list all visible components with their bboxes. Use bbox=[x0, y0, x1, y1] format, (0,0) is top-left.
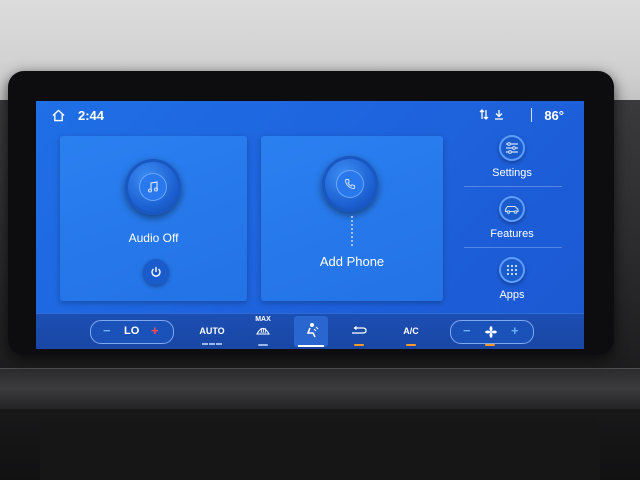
add-phone-label: Add Phone bbox=[319, 254, 385, 269]
settings-button[interactable]: Settings bbox=[482, 135, 582, 191]
recirculation-button[interactable] bbox=[348, 314, 370, 349]
seat-airflow-icon bbox=[306, 323, 319, 338]
sync-arrows-icon bbox=[479, 109, 489, 120]
recirculation-icon bbox=[352, 326, 367, 334]
fan-speed-down-button[interactable]: − bbox=[463, 323, 471, 338]
features-label: Features bbox=[490, 228, 534, 240]
settings-icon bbox=[499, 135, 525, 161]
car-features-icon bbox=[499, 196, 525, 222]
nav-divider bbox=[464, 186, 562, 187]
phone-icon bbox=[344, 179, 355, 190]
driver-temp-control[interactable]: − LO + bbox=[90, 320, 174, 344]
seat-climate-button[interactable] bbox=[294, 316, 328, 347]
apps-button[interactable]: Apps bbox=[482, 257, 582, 313]
ac-label: A/C bbox=[403, 326, 419, 336]
front-defrost-icon bbox=[256, 327, 270, 335]
seat-climate-indicator bbox=[298, 345, 324, 347]
dashboard-ridge bbox=[0, 368, 640, 409]
auto-label: AUTO bbox=[199, 326, 225, 336]
phone-card[interactable]: Add Phone bbox=[261, 136, 443, 301]
driver-temp-down-button[interactable]: − bbox=[103, 323, 111, 338]
audio-knob[interactable] bbox=[125, 159, 181, 215]
download-icon bbox=[495, 110, 503, 120]
ac-indicator bbox=[406, 344, 416, 346]
outside-temperature: 86° bbox=[544, 108, 564, 123]
settings-label: Settings bbox=[492, 167, 532, 179]
fan-icon bbox=[485, 326, 497, 338]
ac-button[interactable]: A/C bbox=[398, 314, 424, 349]
infotainment-screen: 2:44 86° Audio Off Add Phone Settings Fe… bbox=[36, 101, 584, 349]
auto-climate-button[interactable]: AUTO bbox=[196, 314, 228, 349]
climate-control-bar: − LO + AUTO MAX A/C − + bbox=[36, 313, 584, 349]
driver-temp-up-button[interactable]: + bbox=[151, 323, 159, 338]
audio-card[interactable]: Audio Off bbox=[60, 136, 247, 301]
power-icon bbox=[151, 267, 161, 277]
dashboard-lower-panel bbox=[40, 420, 600, 480]
home-icon[interactable] bbox=[52, 109, 65, 122]
fan-speed-control[interactable]: − + bbox=[450, 320, 534, 344]
fan-speed-up-button[interactable]: + bbox=[511, 323, 519, 338]
phone-knob[interactable] bbox=[322, 156, 378, 212]
recirculation-indicator bbox=[354, 344, 364, 346]
nav-divider bbox=[464, 247, 562, 248]
max-defrost-button[interactable]: MAX bbox=[250, 314, 276, 349]
apps-label: Apps bbox=[499, 289, 525, 301]
apps-grid-icon bbox=[499, 257, 525, 283]
clock: 2:44 bbox=[78, 108, 105, 123]
status-bar: 2:44 86° bbox=[36, 101, 584, 129]
audio-power-button[interactable] bbox=[143, 259, 169, 285]
features-button[interactable]: Features bbox=[482, 196, 582, 252]
music-note-icon bbox=[147, 181, 159, 193]
connector-dots bbox=[351, 216, 353, 246]
auto-indicator bbox=[202, 343, 222, 345]
audio-status-label: Audio Off bbox=[128, 231, 179, 245]
data-transfer-icons bbox=[479, 109, 504, 123]
max-label: MAX bbox=[255, 316, 271, 323]
max-defrost-indicator bbox=[258, 344, 268, 346]
driver-temp-value: LO bbox=[124, 325, 140, 337]
fan-speed-indicator bbox=[485, 344, 495, 346]
status-separator bbox=[531, 108, 532, 122]
